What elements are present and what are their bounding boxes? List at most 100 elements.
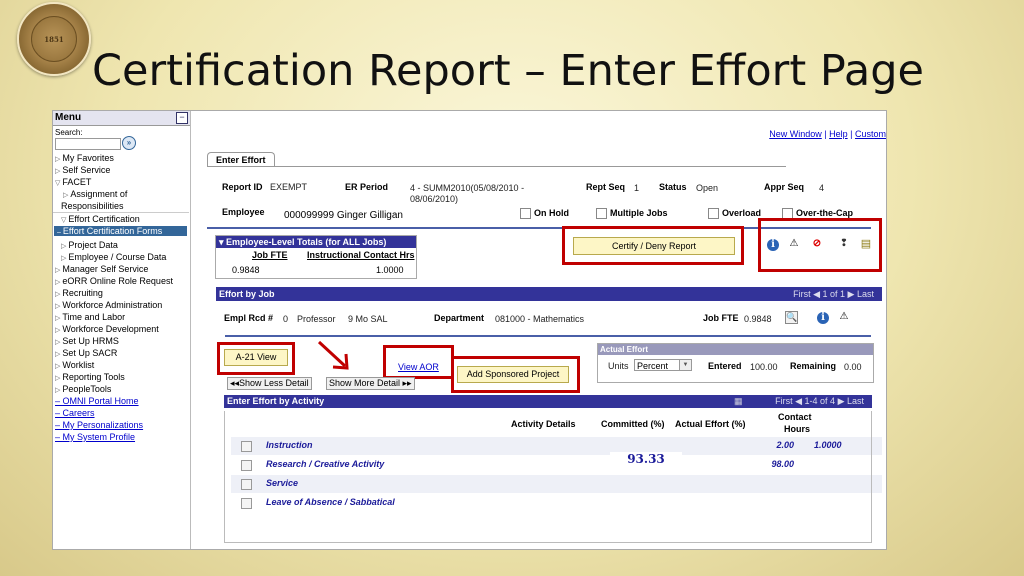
appr-seq-label: Appr Seq [764,182,805,192]
totals-contact-hrs: 1.0000 [376,265,404,275]
effort-by-job-title: Effort by Job [219,289,275,299]
remaining-label: Remaining [790,361,837,371]
menu-item-workforce-dev[interactable]: ▷ Workforce Development [55,324,159,334]
menu-item-manager-self-service[interactable]: ▷ Manager Self Service [55,264,148,274]
menu-item-setup-hrms[interactable]: ▷ Set Up HRMS [55,336,119,346]
highlight-add-project [451,356,580,393]
multiple-jobs-checkbox[interactable]: Multiple Jobs [596,208,668,220]
tab-enter-effort[interactable]: Enter Effort [207,152,275,167]
remaining-value: 0.00 [844,362,862,372]
status-value: Open [696,183,719,193]
job-fte-label: Job FTE [703,313,739,323]
show-more-detail-button[interactable]: Show More Detail ▸▸ [326,377,415,390]
activity-grid-title: Enter Effort by Activity [227,396,325,406]
screenshot-frame: Menu − Search: » ▷ My Favorites ▷ Self Ser… [52,110,887,550]
menu-item-setup-sacr[interactable]: ▷ Set Up SACR [55,348,117,358]
menu-item-peopletools[interactable]: ▷ PeopleTools [55,384,111,394]
slide-title: Certification Report – Enter Effort Page [92,46,924,96]
activity-grid-band: Enter Effort by Activity ▦ First ◀ 1-4 o… [224,395,872,408]
job-info-icon[interactable]: i [817,312,829,324]
entered-value: 100.00 [750,362,778,372]
tab-underline [207,166,786,167]
rept-seq-value: 1 [634,183,640,193]
totals-col-job-fte: Job FTE [252,250,288,260]
link-omni-portal-home[interactable]: – OMNI Portal Home [55,396,139,406]
show-less-detail-button[interactable]: ◂◂Show Less Detail [227,377,312,390]
lookup-search-icon[interactable]: 🔍 [785,311,798,324]
menu-item-recruiting[interactable]: ▷ Recruiting [55,288,103,298]
units-select[interactable]: Percent ▼ [634,359,692,371]
link-my-system-profile[interactable]: – My System Profile [55,432,135,442]
main-content: New Window | Help | Custom Enter Effort … [191,111,886,549]
menu-item-reporting-tools[interactable]: ▷ Reporting Tools [55,372,125,382]
department-label: Department [434,313,485,323]
chevron-down-icon: ▼ [679,360,691,370]
highlight-certify [562,226,744,265]
menu-search-input[interactable] [55,138,121,150]
department-value: 081000 - Mathematics [495,314,585,324]
menu-item-facet[interactable]: ▽ FACET [55,177,91,187]
menu-header: Menu − [53,111,190,126]
top-links: New Window | Help | Custom [769,129,886,139]
empl-rcd-value: 0 [283,314,289,324]
actual-effort-title: Actual Effort [598,344,873,355]
seal-center: 1851 [31,16,77,62]
totals-job-fte: 0.9848 [232,265,260,275]
position-type-value: 9 Mo SAL [348,314,388,324]
menu-item-time-labor[interactable]: ▷ Time and Labor [55,312,125,322]
highlight-view-aor [383,345,454,379]
actual-effort-box: Actual Effort Units Percent ▼ Entered 10… [597,343,874,383]
report-id-label: Report ID [222,182,263,192]
menu-item-workforce-admin[interactable]: ▷ Workforce Administration [55,300,162,310]
red-arrow-icon [317,340,349,370]
link-careers[interactable]: – Careers [55,408,95,418]
job-nav[interactable]: First ◀ 1 of 1 ▶ Last [793,287,874,301]
highlight-status-icons [758,218,882,272]
employee-totals-title[interactable]: ▾ Employee-Level Totals (for ALL Jobs) [216,236,416,248]
rept-seq-label: Rept Seq [586,182,626,192]
minimize-icon[interactable]: − [176,112,188,124]
employee-value: 000099999 Ginger Gilligan [284,210,403,221]
activity-grid-frame [224,411,872,543]
overload-checkbox[interactable]: Overload [708,208,761,220]
menu-item-self-service[interactable]: ▷ Self Service [55,165,110,175]
menu-item-eorr[interactable]: ▷ eORR Online Role Request [55,276,173,286]
er-period-value-line2: 08/06/2010) [410,194,459,204]
entered-label: Entered [708,361,742,371]
units-selected-value: Percent [637,361,669,371]
menu-item-employee-course-data[interactable]: ▷ Employee / Course Data [61,252,166,262]
menu-item-effort-certification-forms[interactable]: – Effort Certification Forms [54,226,187,236]
position-value: Professor [297,314,336,324]
menu-item-responsibilities[interactable]: Responsibilities [61,201,124,211]
menu-sidebar: Menu − Search: » ▷ My Favorites ▷ Self Ser… [53,111,191,549]
er-period-value-line1: 4 - SUMM2010(05/08/2010 - [410,183,525,193]
customize-link[interactable]: Custom [855,129,886,139]
menu-item-assignment[interactable]: ▷ Assignment of [63,189,127,199]
new-window-link[interactable]: New Window [769,129,822,139]
grid-download-icon[interactable]: ▦ [734,395,743,408]
job-warning-icon[interactable]: ⚠ [838,311,850,323]
job-fte-value: 0.9848 [744,314,772,324]
search-go-icon[interactable]: » [122,136,136,150]
help-link[interactable]: Help [829,129,848,139]
status-label: Status [659,182,687,192]
link-my-personalizations[interactable]: – My Personalizations [55,420,143,430]
employee-totals-box: ▾ Employee-Level Totals (for ALL Jobs) J… [215,235,417,279]
job-divider [225,335,871,337]
totals-col-contact-hrs: Instructional Contact Hrs [307,250,415,260]
menu-title: Menu [55,112,82,123]
on-hold-checkbox[interactable]: On Hold [520,208,569,220]
appr-seq-value: 4 [819,183,825,193]
menu-item-project-data[interactable]: ▷ Project Data [61,240,118,250]
search-label: Search: [55,128,83,137]
employee-label: Employee [222,207,265,217]
report-id-value: EXEMPT [270,182,308,192]
effort-by-job-band: Effort by Job First ◀ 1 of 1 ▶ Last [216,287,882,301]
menu-item-worklist[interactable]: ▷ Worklist [55,360,94,370]
fsu-seal-logo: 1851 [17,2,91,76]
activity-nav[interactable]: First ◀ 1-4 of 4 ▶ Last [775,395,864,408]
empl-rcd-label: Empl Rcd # [224,313,274,323]
menu-item-effort-certification[interactable]: ▽ Effort Certification [61,214,140,224]
menu-item-my-favorites[interactable]: ▷ My Favorites [55,153,114,163]
menu-divider [53,212,189,213]
